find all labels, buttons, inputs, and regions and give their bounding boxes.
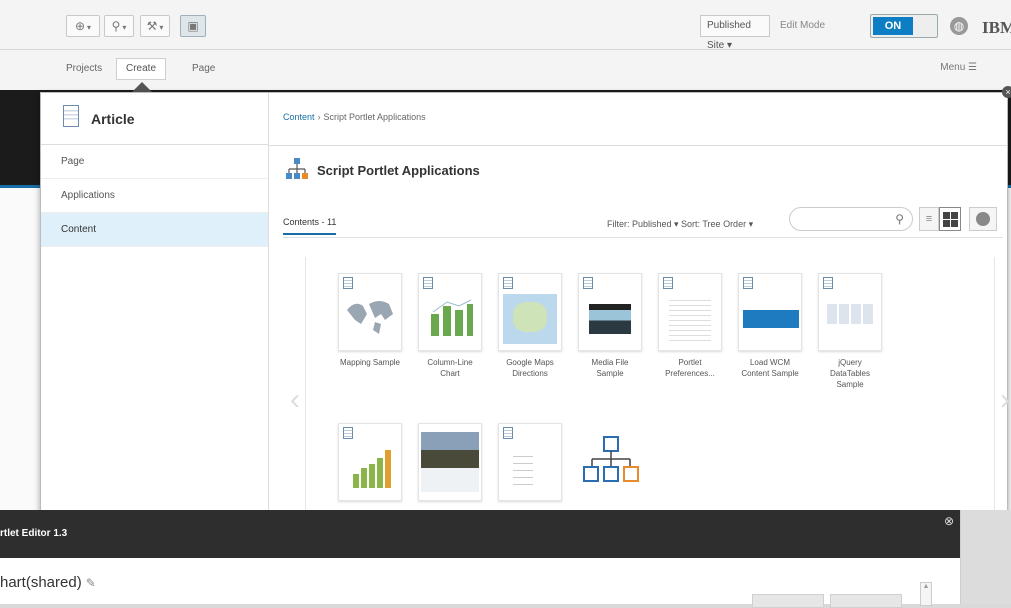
- media-thumbnail: [578, 273, 642, 351]
- app-name: hart(shared) ✎: [0, 574, 96, 591]
- breadcrumb-root-link[interactable]: Content: [283, 112, 315, 122]
- content-tile[interactable]: Media File Sample: [578, 273, 642, 379]
- editor-action-button[interactable]: [830, 594, 902, 608]
- content-tile[interactable]: [418, 423, 482, 501]
- chart-thumbnail: [338, 423, 402, 501]
- wcm-thumbnail: [738, 273, 802, 351]
- document-icon: [823, 277, 833, 289]
- toggle-state: ON: [873, 17, 913, 35]
- nav-create[interactable]: Create: [116, 58, 166, 80]
- script-portlet-editor: rtlet Editor 1.3 ⊗ hart(shared) ✎ ▲: [0, 510, 960, 608]
- panel-header: Article: [41, 93, 268, 145]
- document-icon: [663, 277, 673, 289]
- map-thumbnail: [498, 273, 562, 351]
- edit-mode-toggle[interactable]: ON: [870, 14, 938, 38]
- editor-header: rtlet Editor 1.3 ⊗: [0, 510, 960, 558]
- hierarchy-icon: [286, 158, 308, 179]
- admin-menu-button[interactable]: ⊕ ▾: [66, 15, 100, 37]
- search-icon[interactable]: ⚲: [895, 212, 904, 226]
- photo-thumbnail: [418, 423, 482, 501]
- tab-contents[interactable]: Contents - 11: [283, 217, 337, 235]
- search-input[interactable]: ⚲: [789, 207, 913, 231]
- document-icon: [423, 277, 433, 289]
- carousel-next-icon[interactable]: ›: [1000, 383, 1010, 417]
- content-tile[interactable]: Mapping Sample: [338, 273, 402, 368]
- breadcrumb: Content › Script Portlet Applications: [283, 112, 426, 122]
- close-icon[interactable]: ⊗: [944, 514, 954, 528]
- menu-button[interactable]: Menu ☰: [940, 62, 977, 73]
- editor-title: rtlet Editor 1.3: [0, 528, 68, 539]
- app-name-text: hart(shared): [0, 574, 82, 591]
- tile-label: Portlet Preferences...: [665, 358, 715, 378]
- tab-divider: [283, 237, 1003, 238]
- document-icon: [503, 277, 513, 289]
- sidebar-item-applications[interactable]: Applications: [41, 179, 268, 213]
- document-icon: [343, 277, 353, 289]
- filter-sort-controls[interactable]: Filter: Published ▾ Sort: Tree Order ▾: [607, 219, 753, 230]
- grid-view-button[interactable]: [939, 207, 961, 231]
- side-strip: [960, 510, 1011, 604]
- content-tile[interactable]: [498, 423, 562, 501]
- datatable-thumbnail: [818, 273, 882, 351]
- tile-label: Google Maps Directions: [506, 358, 554, 378]
- panel-heading: Article: [91, 111, 135, 127]
- document-icon: [583, 277, 593, 289]
- chevron-down-icon: ▾: [87, 23, 92, 32]
- tile-label: Mapping Sample: [339, 358, 401, 367]
- document-icon: [343, 427, 353, 439]
- published-site-dropdown[interactable]: Published Site ▾: [700, 15, 770, 51]
- divider: [269, 145, 1007, 146]
- create-panel: Article Page Applications Content Conten…: [40, 92, 1010, 516]
- panel-pointer: [132, 82, 152, 92]
- gear-icon: [976, 212, 990, 226]
- search-menu-button[interactable]: ⚲ ▾: [104, 15, 134, 37]
- pencil-icon[interactable]: ✎: [86, 576, 96, 590]
- content-grid: ‹ › Mapping Sample Column-Line Chart Goo…: [290, 257, 1010, 515]
- sidebar-item-content[interactable]: Content: [41, 213, 268, 247]
- tools-menu-button[interactable]: ⚒ ▾: [140, 15, 170, 37]
- nav-page[interactable]: Page: [192, 63, 215, 74]
- content-tile[interactable]: Column-Line Chart: [418, 273, 482, 379]
- document-icon: [743, 277, 753, 289]
- tile-label: jQuery DataTables Sample: [829, 358, 871, 389]
- create-type-sidebar: Article Page Applications Content: [41, 93, 269, 515]
- article-icon: [63, 105, 79, 127]
- chevron-down-icon: ▾: [122, 23, 127, 32]
- list-thumbnail: [498, 423, 562, 501]
- edit-mode-label: Edit Mode: [780, 20, 826, 31]
- settings-button[interactable]: [969, 207, 997, 231]
- hierarchy-thumbnail: [578, 423, 642, 501]
- brand-logo: IBM: [982, 18, 1011, 37]
- globe-icon[interactable]: ◍: [950, 17, 968, 35]
- top-toolbar: ⊕ ▾ ⚲ ▾ ⚒ ▾ ▣ Published Site ▾ Edit Mode ON…: [0, 0, 1011, 51]
- breadcrumb-current: Script Portlet Applications: [323, 112, 426, 122]
- carousel-prev-icon[interactable]: ‹: [290, 383, 300, 417]
- tile-label: Load WCM Content Sample: [741, 358, 799, 378]
- content-tile[interactable]: [338, 423, 402, 501]
- bar-chart-thumbnail: [418, 273, 482, 351]
- content-browser: Content › Script Portlet Applications Scri…: [269, 93, 1010, 515]
- nav-projects[interactable]: Projects: [66, 63, 102, 74]
- preferences-thumbnail: [658, 273, 722, 351]
- chevron-down-icon: ▾: [159, 23, 164, 32]
- close-icon[interactable]: ×: [1002, 86, 1011, 98]
- site-toolbar-toggle-button[interactable]: ▣: [180, 15, 206, 37]
- world-map-thumbnail: [338, 273, 402, 351]
- document-icon: [503, 427, 513, 439]
- sidebar-item-page[interactable]: Page: [41, 145, 268, 179]
- content-tile[interactable]: Portlet Preferences...: [658, 273, 722, 379]
- tile-label: Media File Sample: [591, 358, 629, 378]
- scroll-up-icon[interactable]: ▲: [920, 582, 932, 606]
- content-tile[interactable]: Google Maps Directions: [498, 273, 562, 379]
- list-view-button[interactable]: ≡: [919, 207, 939, 231]
- content-tile[interactable]: jQuery DataTables Sample: [818, 273, 882, 390]
- content-tile[interactable]: [578, 423, 642, 501]
- section-title: Script Portlet Applications: [317, 163, 480, 178]
- content-tile[interactable]: Load WCM Content Sample: [738, 273, 802, 379]
- editor-action-button[interactable]: [752, 594, 824, 608]
- tile-label: Column-Line Chart: [427, 358, 473, 378]
